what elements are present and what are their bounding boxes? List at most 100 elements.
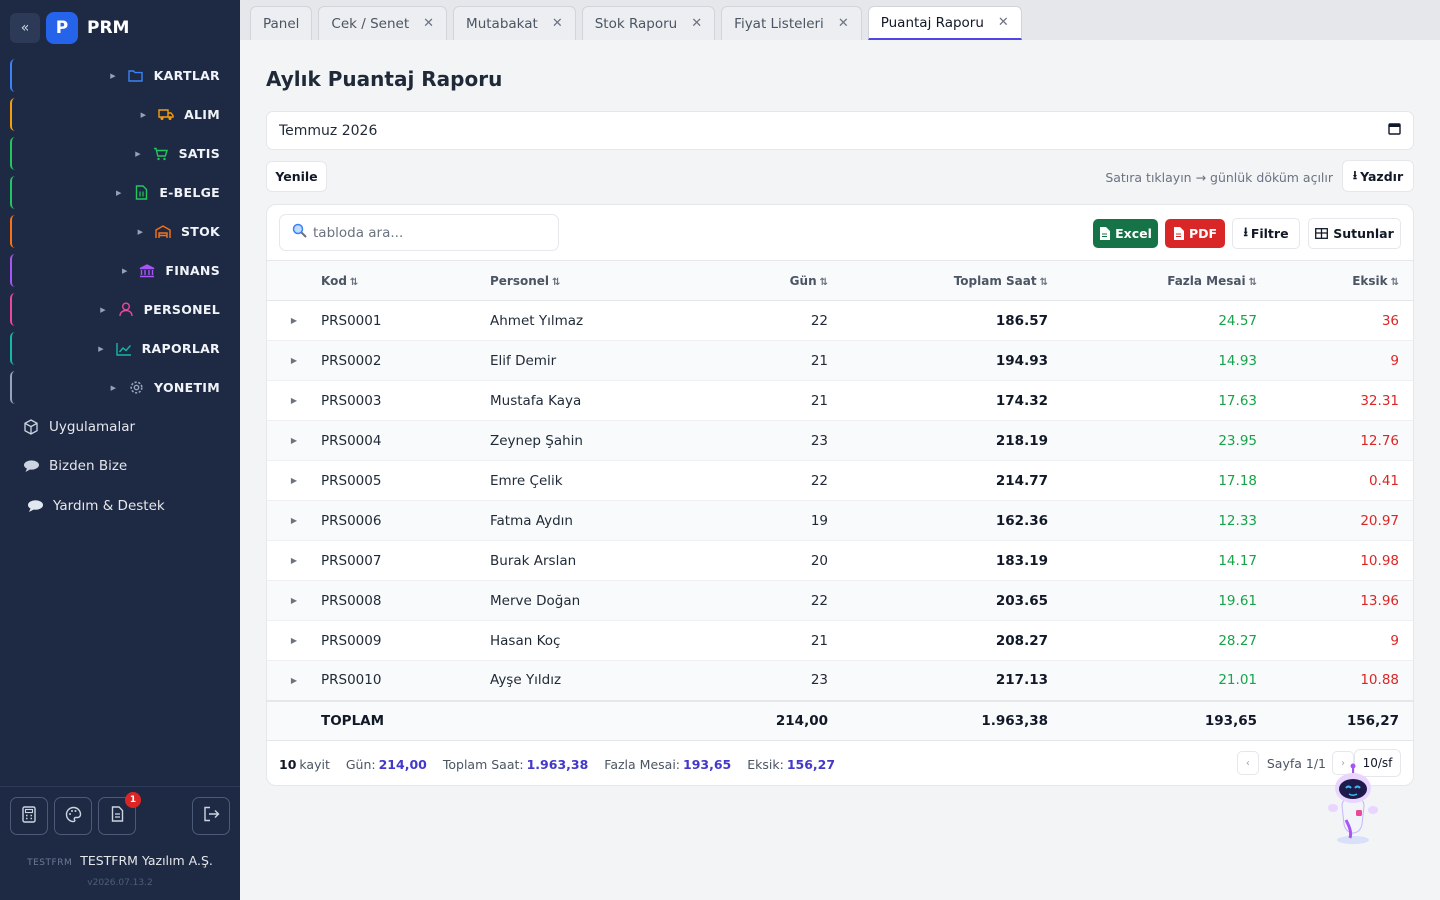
refresh-button[interactable]: Yenile [266, 161, 327, 192]
table-row[interactable]: ▶ PRS0002 Elif Demir 21 194.93 14.93 9 [267, 340, 1413, 381]
summary-toplam-saat: Toplam Saat: 1.963,38 [443, 757, 588, 772]
expand-row-icon[interactable]: ▶ [267, 380, 321, 421]
logout-button[interactable] [192, 797, 230, 835]
expand-row-icon[interactable]: ▶ [267, 620, 321, 661]
total-eksik: 156,27 [1257, 699, 1413, 741]
cell-gun: 21 [670, 620, 828, 661]
pdf-label: PDF [1188, 226, 1218, 241]
sort-icon: ⇅ [1039, 276, 1048, 288]
sidebar-link-yardim-destek[interactable]: Yardım & Destek [26, 497, 165, 515]
column-header-personel[interactable]: Personel ⇅ [490, 260, 670, 301]
cube-icon [22, 418, 40, 436]
expand-row-icon[interactable]: ▶ [267, 460, 321, 501]
tab-stok-raporu[interactable]: Stok Raporu ✕ [581, 6, 716, 40]
table-row[interactable]: ▶ PRS0007 Burak Arslan 20 183.19 14.17 1… [267, 540, 1413, 581]
cell-personel: Ayşe Yıldız [490, 660, 670, 701]
sidebar-item-personel[interactable]: ▶ PERSONEL [10, 290, 230, 329]
expand-row-icon[interactable]: ▶ [267, 540, 321, 581]
sidebar-item-yonetim[interactable]: ▶ YONETIM [10, 368, 230, 407]
print-button[interactable]: ⭳ Yazdır [1342, 160, 1414, 192]
calendar-icon[interactable] [1388, 122, 1401, 139]
column-header-toplam-saat[interactable]: Toplam Saat ⇅ [828, 260, 1048, 301]
expand-row-icon[interactable]: ▶ [267, 340, 321, 381]
header-label: Kod [321, 273, 347, 288]
cell-kod: PRS0004 [321, 420, 490, 461]
close-icon[interactable]: ✕ [552, 16, 563, 31]
close-icon[interactable]: ✕ [423, 16, 434, 31]
sidebar-menu: ▶ KARTLAR ▶ ALIM ▶ SATIS ▶ E-BELGE ▶ STO… [10, 56, 230, 407]
month-picker[interactable]: Temmuz 2026 [266, 111, 1414, 150]
table-row[interactable]: ▶ PRS0009 Hasan Koç 21 208.27 28.27 9 [267, 620, 1413, 661]
close-icon[interactable]: ✕ [691, 16, 702, 31]
sidebar-item-finans[interactable]: ▶ FINANS [10, 251, 230, 290]
prev-page-button[interactable]: ‹ [1236, 751, 1259, 775]
sidebar-link-uygulamalar[interactable]: Uygulamalar [22, 418, 135, 436]
tab-cek-senet[interactable]: Cek / Senet ✕ [318, 6, 448, 40]
month-value: Temmuz 2026 [279, 122, 378, 139]
chat-icon [22, 457, 40, 475]
caret-right-icon: ▶ [110, 71, 116, 80]
excel-export-button[interactable]: Excel [1093, 219, 1158, 248]
cell-toplam-saat: 162.36 [828, 500, 1048, 541]
table-row[interactable]: ▶ PRS0006 Fatma Aydın 19 162.36 12.33 20… [267, 500, 1413, 541]
cell-kod: PRS0008 [321, 580, 490, 621]
cell-personel: Burak Arslan [490, 540, 670, 581]
collapse-sidebar-button[interactable]: « [10, 13, 40, 43]
columns-button[interactable]: Sutunlar [1308, 218, 1401, 249]
tab-label: Stok Raporu [594, 15, 678, 32]
sidebar-link-bizden-bize[interactable]: Bizden Bize [22, 457, 127, 475]
expand-row-icon[interactable]: ▶ [267, 420, 321, 461]
column-header-gun[interactable]: Gün ⇅ [670, 260, 828, 301]
company-name: TESTFRM Yazılım A.Ş. [80, 853, 213, 868]
cell-personel: Merve Doğan [490, 580, 670, 621]
cell-gun: 21 [670, 340, 828, 381]
sidebar-item-raporlar[interactable]: ▶ RAPORLAR [10, 329, 230, 368]
close-icon[interactable]: ✕ [998, 15, 1009, 30]
filter-button[interactable]: ⭳ Filtre [1232, 218, 1300, 249]
logo-badge: P [46, 12, 78, 44]
theme-button[interactable] [54, 797, 92, 835]
expand-row-icon[interactable]: ▶ [267, 500, 321, 541]
table-row[interactable]: ▶ PRS0010 Ayşe Yıldız 23 217.13 21.01 10… [267, 660, 1413, 701]
table-row[interactable]: ▶ PRS0005 Emre Çelik 22 214.77 17.18 0.4… [267, 460, 1413, 501]
sidebar-item-label: STOK [180, 224, 220, 239]
expand-row-icon[interactable]: ▶ [267, 300, 321, 341]
table-row[interactable]: ▶ PRS0003 Mustafa Kaya 21 174.32 17.63 3… [267, 380, 1413, 421]
warehouse-icon [155, 224, 171, 240]
record-count: 10 kayit [279, 757, 330, 772]
summary-gun: Gün: 214,00 [346, 757, 427, 772]
search-input[interactable]: tabloda ara... [279, 214, 559, 251]
accent-bar [10, 176, 15, 209]
sidebar-item-satis[interactable]: ▶ SATIS [10, 134, 230, 173]
cell-gun: 22 [670, 580, 828, 621]
header-label: Gün [789, 273, 817, 288]
expand-row-icon[interactable]: ▶ [267, 580, 321, 621]
app-version: v2026.07.13.2 [87, 878, 153, 888]
sidebar-item-e-belge[interactable]: ▶ E-BELGE [10, 173, 230, 212]
expand-column-header [267, 260, 321, 301]
cell-eksik: 20.97 [1257, 500, 1413, 541]
expand-row-icon[interactable]: ▶ [267, 660, 321, 701]
close-icon[interactable]: ✕ [838, 16, 849, 31]
column-header-kod[interactable]: Kod ⇅ [321, 260, 490, 301]
tab-fiyat-listeleri[interactable]: Fiyat Listeleri ✕ [721, 6, 862, 40]
table-row[interactable]: ▶ PRS0001 Ahmet Yılmaz 22 186.57 24.57 3… [267, 300, 1413, 341]
tab-mutabakat[interactable]: Mutabakat ✕ [453, 6, 576, 40]
assistant-robot-icon[interactable] [1318, 760, 1388, 850]
table-row[interactable]: ▶ PRS0008 Merve Doğan 22 203.65 19.61 13… [267, 580, 1413, 621]
tab-puantaj-raporu[interactable]: Puantaj Raporu ✕ [867, 6, 1022, 40]
sidebar-item-kartlar[interactable]: ▶ KARTLAR [10, 56, 230, 95]
main-content: Aylık Puantaj Raporu Temmuz 2026 Yenile … [240, 40, 1440, 900]
sidebar-item-alim[interactable]: ▶ ALIM [10, 95, 230, 134]
pdf-export-button[interactable]: PDF [1165, 219, 1225, 248]
column-header-fazla-mesai[interactable]: Fazla Mesai ⇅ [1048, 260, 1257, 301]
file-icon [1173, 227, 1184, 240]
sidebar-item-stok[interactable]: ▶ STOK [10, 212, 230, 251]
calculator-button[interactable] [10, 797, 48, 835]
table-row[interactable]: ▶ PRS0004 Zeynep Şahin 23 218.19 23.95 1… [267, 420, 1413, 461]
documents-button[interactable]: 1 [98, 792, 141, 835]
tab-panel[interactable]: Panel [250, 6, 313, 40]
column-header-eksik[interactable]: Eksik ⇅ [1257, 260, 1413, 301]
sidebar-item-label: PERSONEL [143, 302, 220, 317]
summary-toplam-value: 1.963,38 [526, 757, 589, 772]
